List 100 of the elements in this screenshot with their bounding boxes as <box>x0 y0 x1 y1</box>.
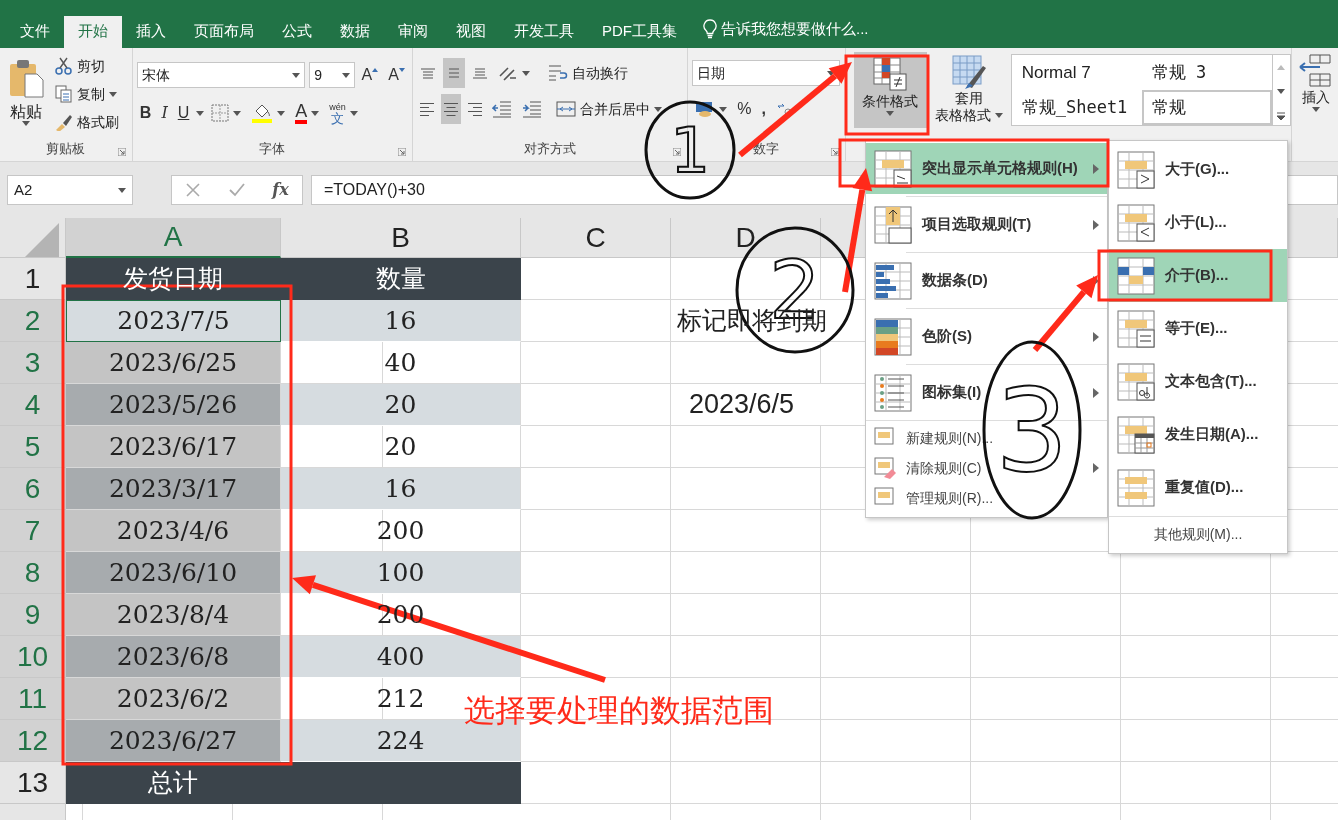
ribbon-tab[interactable]: 开发工具 <box>500 16 588 48</box>
row-header[interactable]: 13 <box>0 762 66 804</box>
menu-item[interactable]: 重复值(D)... <box>1109 461 1287 514</box>
table-cell: 2023/3/17 <box>66 468 281 510</box>
caret-icon <box>277 110 286 116</box>
dialog-launcher-icon[interactable] <box>117 148 126 156</box>
vertical-align-button[interactable] <box>442 58 465 88</box>
copy-button[interactable]: 复制 <box>52 80 122 108</box>
font-name-dropdown[interactable]: 宋体 <box>136 62 306 88</box>
rule-icon-set-icon <box>874 373 912 412</box>
insert-cells-button[interactable]: 插入 <box>1297 52 1334 112</box>
caret-icon <box>292 72 301 78</box>
cell-style-item[interactable]: 常规 3 <box>1141 55 1272 90</box>
indent-icon <box>521 100 542 118</box>
row-header[interactable]: 10 <box>0 636 66 678</box>
align-icon <box>471 67 488 79</box>
column-header[interactable]: B <box>281 218 521 258</box>
menu-item[interactable]: 发生日期(A)... <box>1109 408 1287 461</box>
menu-item[interactable]: 管理规则(R)... <box>866 483 1107 513</box>
cell-style-item[interactable]: 常规 <box>1141 90 1272 125</box>
insert-function-button[interactable]: fx <box>272 178 289 202</box>
dialog-launcher-icon[interactable] <box>397 148 406 156</box>
angled-text-icon <box>497 64 518 82</box>
row-header[interactable]: 6 <box>0 468 66 510</box>
menu-item[interactable]: 文本包含(T)... <box>1109 355 1287 408</box>
row-header[interactable]: 1 <box>0 258 66 300</box>
table-format-button[interactable]: 套用 表格格式 <box>930 52 1007 128</box>
ribbon-tab[interactable]: 插入 <box>122 16 180 48</box>
paste-button[interactable]: 粘贴 <box>4 52 48 139</box>
increase-font-button[interactable]: A <box>358 60 382 90</box>
ribbon-tab[interactable]: 开始 <box>64 16 122 48</box>
copy-icon <box>55 85 73 103</box>
name-box[interactable]: A2 <box>7 175 133 205</box>
table-cell: 数量 <box>281 258 521 300</box>
row-header[interactable]: 12 <box>0 720 66 762</box>
conditional-format-button[interactable]: 条件格式 <box>853 52 927 128</box>
rule-duplicate-icon <box>1117 468 1155 507</box>
align-icon <box>419 102 434 116</box>
caret-icon <box>653 106 662 112</box>
horizontal-align-button[interactable] <box>440 94 461 124</box>
italic-button[interactable]: I <box>158 98 171 128</box>
row-header[interactable]: 5 <box>0 426 66 468</box>
number-format-dropdown[interactable]: 日期 <box>692 60 841 86</box>
table-cell: 发货日期 <box>66 258 281 300</box>
ribbon-tab[interactable]: 视图 <box>442 16 500 48</box>
tell-me-search[interactable]: 告诉我您想要做什么... <box>721 17 869 40</box>
menu-item[interactable]: 等于(E)... <box>1109 302 1287 355</box>
row-header[interactable]: 3 <box>0 342 66 384</box>
row-header[interactable]: 2 <box>0 300 66 342</box>
menu-item[interactable]: 突出显示单元格规则(H) <box>866 143 1107 194</box>
caret-icon <box>196 110 205 116</box>
comma-button[interactable]: , <box>758 94 769 124</box>
table-cell: 16 <box>281 300 521 342</box>
table-cell: 2023/4/6 <box>66 510 281 552</box>
ribbon-tab[interactable]: 审阅 <box>384 16 442 48</box>
merge-icon <box>555 100 576 118</box>
caret-icon <box>341 72 350 78</box>
ribbon-tab[interactable]: PDF工具集 <box>588 16 691 48</box>
table-brush-icon <box>950 54 987 90</box>
ribbon-tab[interactable]: 文件 <box>6 16 64 48</box>
indent-icon <box>491 100 512 118</box>
rule-top-ten-icon <box>874 205 912 244</box>
menu-item[interactable]: 其他规则(M)... <box>1109 519 1287 549</box>
row-header[interactable]: 8 <box>0 552 66 594</box>
column-header[interactable]: C <box>521 218 671 258</box>
row-header[interactable]: 7 <box>0 510 66 552</box>
rule-highlight-icon <box>874 149 912 188</box>
row-header[interactable]: 4 <box>0 384 66 426</box>
wrap-text-button[interactable]: 自动换行 <box>544 59 631 87</box>
font-size-dropdown[interactable]: 9 <box>309 62 355 88</box>
group-label: 剪贴板 <box>46 141 86 156</box>
caret-icon <box>109 91 117 97</box>
format-painter-button[interactable]: 格式刷 <box>52 108 122 136</box>
cell-style-item[interactable]: 常规_Sheet1 <box>1011 90 1142 125</box>
phonetic-button[interactable]: wén 文 <box>326 98 361 128</box>
bold-button[interactable]: B <box>136 98 155 128</box>
dialog-launcher-icon[interactable] <box>830 148 839 156</box>
table-cell: 400 <box>281 636 521 678</box>
percent-button[interactable]: % <box>734 94 755 124</box>
row-header[interactable]: 11 <box>0 678 66 720</box>
font-color-button[interactable]: A <box>292 98 323 128</box>
lightbulb-icon <box>703 18 717 39</box>
decrease-font-button[interactable]: A <box>385 60 408 90</box>
align-icon <box>419 67 436 79</box>
cut-button[interactable]: 剪切 <box>52 52 122 80</box>
column-header[interactable]: D <box>671 218 821 258</box>
column-header[interactable]: A <box>66 218 281 258</box>
underline-button[interactable]: U <box>174 98 193 128</box>
table-cell: 100 <box>281 552 521 594</box>
rule-less-than-icon <box>1117 203 1155 242</box>
check-icon[interactable] <box>227 182 246 198</box>
clipboard-icon <box>8 58 44 98</box>
caret-icon <box>311 110 320 116</box>
cell-style-item[interactable]: Normal 7 <box>1011 55 1142 90</box>
ribbon-tab[interactable]: 公式 <box>268 16 326 48</box>
row-header[interactable]: 9 <box>0 594 66 636</box>
ribbon-tab[interactable]: 页面布局 <box>180 16 268 48</box>
rule-between-icon <box>1117 256 1155 295</box>
ribbon-tab[interactable]: 数据 <box>326 16 384 48</box>
cancel-icon[interactable] <box>185 182 202 198</box>
